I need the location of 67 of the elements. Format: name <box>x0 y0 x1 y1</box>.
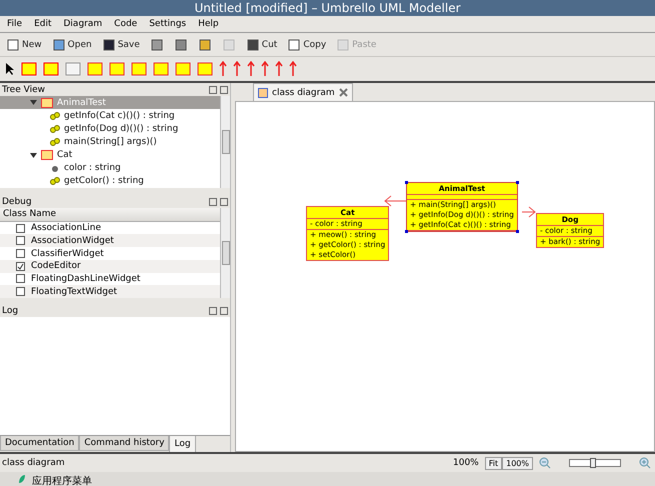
arrow-icon[interactable] <box>219 61 227 77</box>
menu-item[interactable]: File <box>7 19 22 29</box>
arrow-icon[interactable] <box>247 61 255 77</box>
checkbox[interactable] <box>16 287 25 296</box>
operation-icon <box>50 177 60 186</box>
taskbar-menu[interactable]: 应用程序菜单 <box>32 477 92 486</box>
reset-zoom-button[interactable]: 100% <box>502 456 533 470</box>
menu-item[interactable]: Settings <box>149 19 186 29</box>
pointer-icon[interactable] <box>5 62 15 76</box>
operation-icon <box>50 112 60 120</box>
panel-title: Tree View <box>2 84 45 94</box>
fit-button[interactable]: Fit <box>484 456 502 470</box>
zoom-out-icon[interactable] <box>539 457 551 469</box>
status-text: class diagram <box>2 458 66 468</box>
window-title: Untitled [modified] – Umbrello UML Modeller <box>194 1 461 15</box>
tree-item[interactable]: getColor() : string <box>0 174 220 188</box>
class-icon <box>41 98 53 108</box>
menu-item[interactable]: Code <box>114 19 138 29</box>
scrollbar[interactable] <box>220 208 230 298</box>
scrollbar[interactable] <box>220 96 230 188</box>
tab[interactable]: Log <box>169 436 196 453</box>
zoom-value: 100% <box>453 458 479 468</box>
arrow-icon[interactable] <box>289 61 297 77</box>
checkbox[interactable] <box>16 236 25 246</box>
save-button[interactable]: Save <box>100 38 142 52</box>
tree-item[interactable]: Cat <box>0 148 220 162</box>
new-button[interactable]: New <box>4 38 44 52</box>
checkbox[interactable] <box>16 224 25 233</box>
diagram-icon <box>258 88 268 98</box>
class-icon <box>41 150 53 160</box>
tab[interactable]: Documentation <box>0 436 80 451</box>
zoom-in-icon[interactable] <box>639 457 651 469</box>
tree-item[interactable]: getInfo(Dog d)()() : string <box>0 122 220 136</box>
class-name: FloatingDashLineWidget <box>31 274 140 284</box>
checkbox[interactable] <box>16 262 25 271</box>
tab[interactable]: Command history <box>79 436 170 451</box>
checkbox[interactable] <box>16 249 25 258</box>
open-button[interactable]: Open <box>50 38 94 52</box>
association-arrow <box>522 206 536 218</box>
operation-icon <box>50 124 60 133</box>
class-name: AssociationWidget <box>31 236 114 246</box>
attribute-icon <box>50 163 60 174</box>
class-name: CodeEditor <box>31 261 81 272</box>
panel-title: Debug <box>2 196 32 206</box>
copy-button[interactable]: Copy <box>285 38 328 52</box>
cut-button[interactable]: Cut <box>244 38 280 52</box>
slider-handle[interactable] <box>590 458 596 468</box>
menu-item[interactable]: Help <box>198 19 219 29</box>
menu-item[interactable]: Edit <box>34 19 52 29</box>
leaf-icon[interactable] <box>18 474 26 484</box>
tree-item[interactable]: color : string <box>0 162 220 175</box>
operation-icon <box>50 138 60 146</box>
tree-item[interactable]: main(String[] args)() <box>0 135 220 149</box>
expanded-arrow-icon[interactable] <box>30 152 37 159</box>
class-name: ClassifierWidget <box>31 248 104 259</box>
checkbox[interactable] <box>16 274 25 284</box>
diagram-tab[interactable]: class diagram <box>253 83 353 101</box>
zoom-slider[interactable] <box>569 459 621 467</box>
class-name: FloatingTextWidget <box>31 286 118 297</box>
panel-title: Log <box>2 306 18 316</box>
tree-item[interactable]: getInfo(Cat c)()() : string <box>0 109 220 122</box>
arrow-icon[interactable] <box>275 61 283 77</box>
arrow-icon[interactable] <box>233 61 241 77</box>
menu-item[interactable]: Diagram <box>64 19 102 29</box>
arrow-icon[interactable] <box>261 61 269 77</box>
class-name: AssociationLine <box>31 223 102 234</box>
column-header[interactable]: Class Name <box>0 208 220 222</box>
